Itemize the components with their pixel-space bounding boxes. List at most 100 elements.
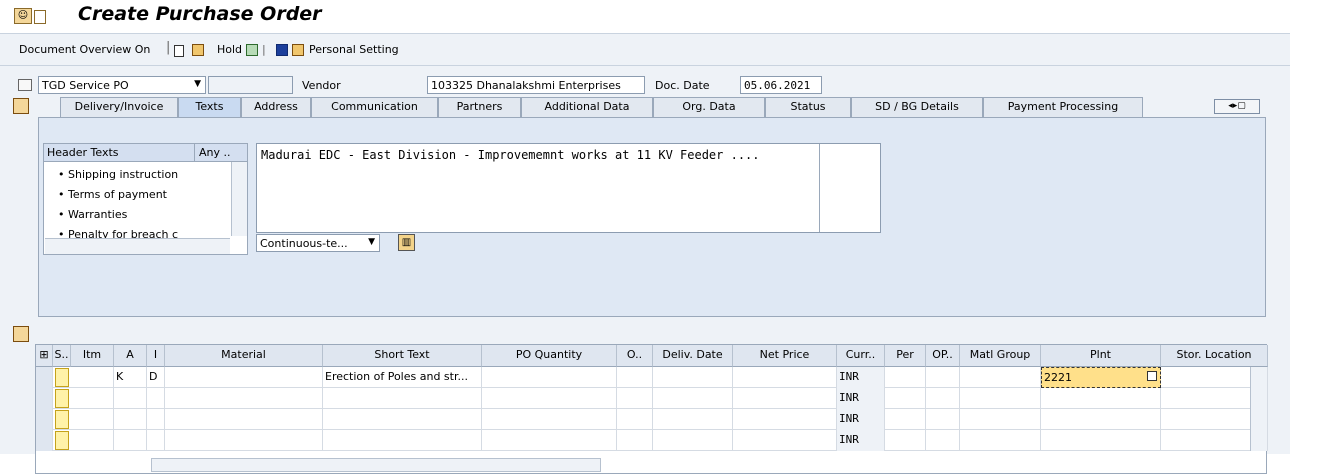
- column-header[interactable]: Short Text: [323, 345, 482, 367]
- itm-cell[interactable]: [71, 388, 114, 409]
- value-help-icon[interactable]: [1147, 371, 1157, 381]
- short-text-cell[interactable]: [323, 388, 482, 409]
- row-selector[interactable]: [36, 388, 53, 409]
- tab-delivery-invoice[interactable]: Delivery/Invoice: [60, 97, 178, 117]
- tab-communication[interactable]: Communication: [311, 97, 438, 117]
- column-header[interactable]: A: [114, 345, 147, 367]
- plnt-cell[interactable]: 2221: [1041, 367, 1161, 388]
- vertical-scrollbar[interactable]: [231, 162, 247, 236]
- personal-setting-button[interactable]: Personal Setting: [309, 43, 399, 56]
- print-preview-icon[interactable]: [276, 44, 288, 56]
- o-cell[interactable]: [617, 367, 653, 388]
- a-cell[interactable]: [114, 430, 147, 451]
- status-cell[interactable]: [55, 389, 69, 408]
- deliv-date-cell[interactable]: [653, 388, 733, 409]
- op-cell[interactable]: [926, 367, 960, 388]
- curr-cell[interactable]: INR: [837, 388, 885, 409]
- matl-group-cell[interactable]: [960, 409, 1041, 430]
- list-item[interactable]: • Shipping instruction: [58, 168, 178, 181]
- material-cell[interactable]: [165, 388, 323, 409]
- header-text-editor[interactable]: Madurai EDC - East Division - Improvemem…: [256, 143, 881, 233]
- material-cell[interactable]: [165, 430, 323, 451]
- a-cell[interactable]: [114, 388, 147, 409]
- column-header[interactable]: Curr..: [837, 345, 885, 367]
- column-header[interactable]: Matl Group: [960, 345, 1041, 367]
- column-header[interactable]: O..: [617, 345, 653, 367]
- table-horizontal-scrollbar[interactable]: [151, 458, 601, 472]
- material-cell[interactable]: [165, 367, 323, 388]
- per-cell[interactable]: [885, 409, 926, 430]
- deliv-date-cell[interactable]: [653, 409, 733, 430]
- tab-status[interactable]: Status: [765, 97, 851, 117]
- i-cell[interactable]: D: [147, 367, 165, 388]
- curr-cell[interactable]: INR: [837, 430, 885, 451]
- vendor-field[interactable]: 103325 Dhanalakshmi Enterprises: [427, 76, 645, 94]
- text-format-select[interactable]: Continuous-te... ▼: [256, 234, 380, 252]
- per-cell[interactable]: [885, 430, 926, 451]
- hold-button[interactable]: Hold: [217, 43, 242, 56]
- matl-group-cell[interactable]: [960, 367, 1041, 388]
- material-cell[interactable]: [165, 409, 323, 430]
- short-text-cell[interactable]: Erection of Poles and str...: [323, 367, 482, 388]
- status-cell[interactable]: [55, 431, 69, 450]
- table-row[interactable]: K D Erection of Poles and str... INR 222…: [36, 367, 1268, 388]
- i-cell[interactable]: [147, 409, 165, 430]
- column-header[interactable]: PO Quantity: [482, 345, 617, 367]
- row-selector[interactable]: [36, 430, 53, 451]
- document-type-select[interactable]: TGD Service PO ▼: [38, 76, 206, 94]
- column-header[interactable]: Material: [165, 345, 323, 367]
- itm-cell[interactable]: [71, 409, 114, 430]
- plnt-cell[interactable]: [1041, 430, 1161, 451]
- messages-icon[interactable]: [292, 44, 304, 56]
- other-purchase-order-icon[interactable]: [192, 44, 204, 56]
- op-cell[interactable]: [926, 430, 960, 451]
- po-quantity-cell[interactable]: [482, 388, 617, 409]
- table-row[interactable]: INR: [36, 409, 1268, 430]
- delete-text-icon[interactable]: ▥: [398, 234, 415, 251]
- select-all-column[interactable]: ⊞: [36, 345, 53, 367]
- po-quantity-cell[interactable]: [482, 430, 617, 451]
- curr-cell[interactable]: INR: [837, 409, 885, 430]
- net-price-cell[interactable]: [733, 430, 837, 451]
- column-header[interactable]: I: [147, 345, 165, 367]
- status-cell[interactable]: [55, 368, 69, 387]
- matl-group-cell[interactable]: [960, 430, 1041, 451]
- per-cell[interactable]: [885, 367, 926, 388]
- po-quantity-cell[interactable]: [482, 409, 617, 430]
- i-cell[interactable]: [147, 430, 165, 451]
- tab-payment-processing[interactable]: Payment Processing: [983, 97, 1143, 117]
- column-header[interactable]: S..: [53, 345, 71, 367]
- app-menu-icon[interactable]: ☺: [14, 8, 32, 24]
- matl-group-cell[interactable]: [960, 388, 1041, 409]
- net-price-cell[interactable]: [733, 367, 837, 388]
- tab-additional-data[interactable]: Additional Data: [521, 97, 653, 117]
- per-cell[interactable]: [885, 388, 926, 409]
- horizontal-scrollbar[interactable]: [45, 238, 230, 254]
- column-header[interactable]: OP..: [926, 345, 960, 367]
- expand-items-icon[interactable]: [13, 326, 29, 342]
- o-cell[interactable]: [617, 409, 653, 430]
- a-cell[interactable]: [114, 409, 147, 430]
- plnt-cell[interactable]: [1041, 409, 1161, 430]
- column-header[interactable]: Net Price: [733, 345, 837, 367]
- o-cell[interactable]: [617, 388, 653, 409]
- table-row[interactable]: INR: [36, 388, 1268, 409]
- tab-partners[interactable]: Partners: [438, 97, 521, 117]
- table-vertical-scrollbar[interactable]: [1250, 367, 1267, 451]
- i-cell[interactable]: [147, 388, 165, 409]
- list-item[interactable]: • Penalty for breach c: [58, 230, 178, 238]
- tab-texts[interactable]: Texts: [178, 97, 241, 117]
- check-icon[interactable]: [246, 44, 258, 56]
- column-header[interactable]: Stor. Location: [1161, 345, 1268, 367]
- list-item[interactable]: • Terms of payment: [58, 188, 167, 201]
- net-price-cell[interactable]: [733, 409, 837, 430]
- document-overview-button[interactable]: Document Overview On: [19, 43, 150, 56]
- deliv-date-cell[interactable]: [653, 367, 733, 388]
- document-number-field[interactable]: [208, 76, 293, 94]
- a-cell[interactable]: K: [114, 367, 147, 388]
- doc-date-field[interactable]: 05.06.2021: [740, 76, 822, 94]
- row-selector[interactable]: [36, 367, 53, 388]
- expand-header-icon[interactable]: [13, 98, 29, 114]
- list-item[interactable]: • Warranties: [58, 208, 127, 221]
- table-row[interactable]: INR: [36, 430, 1268, 451]
